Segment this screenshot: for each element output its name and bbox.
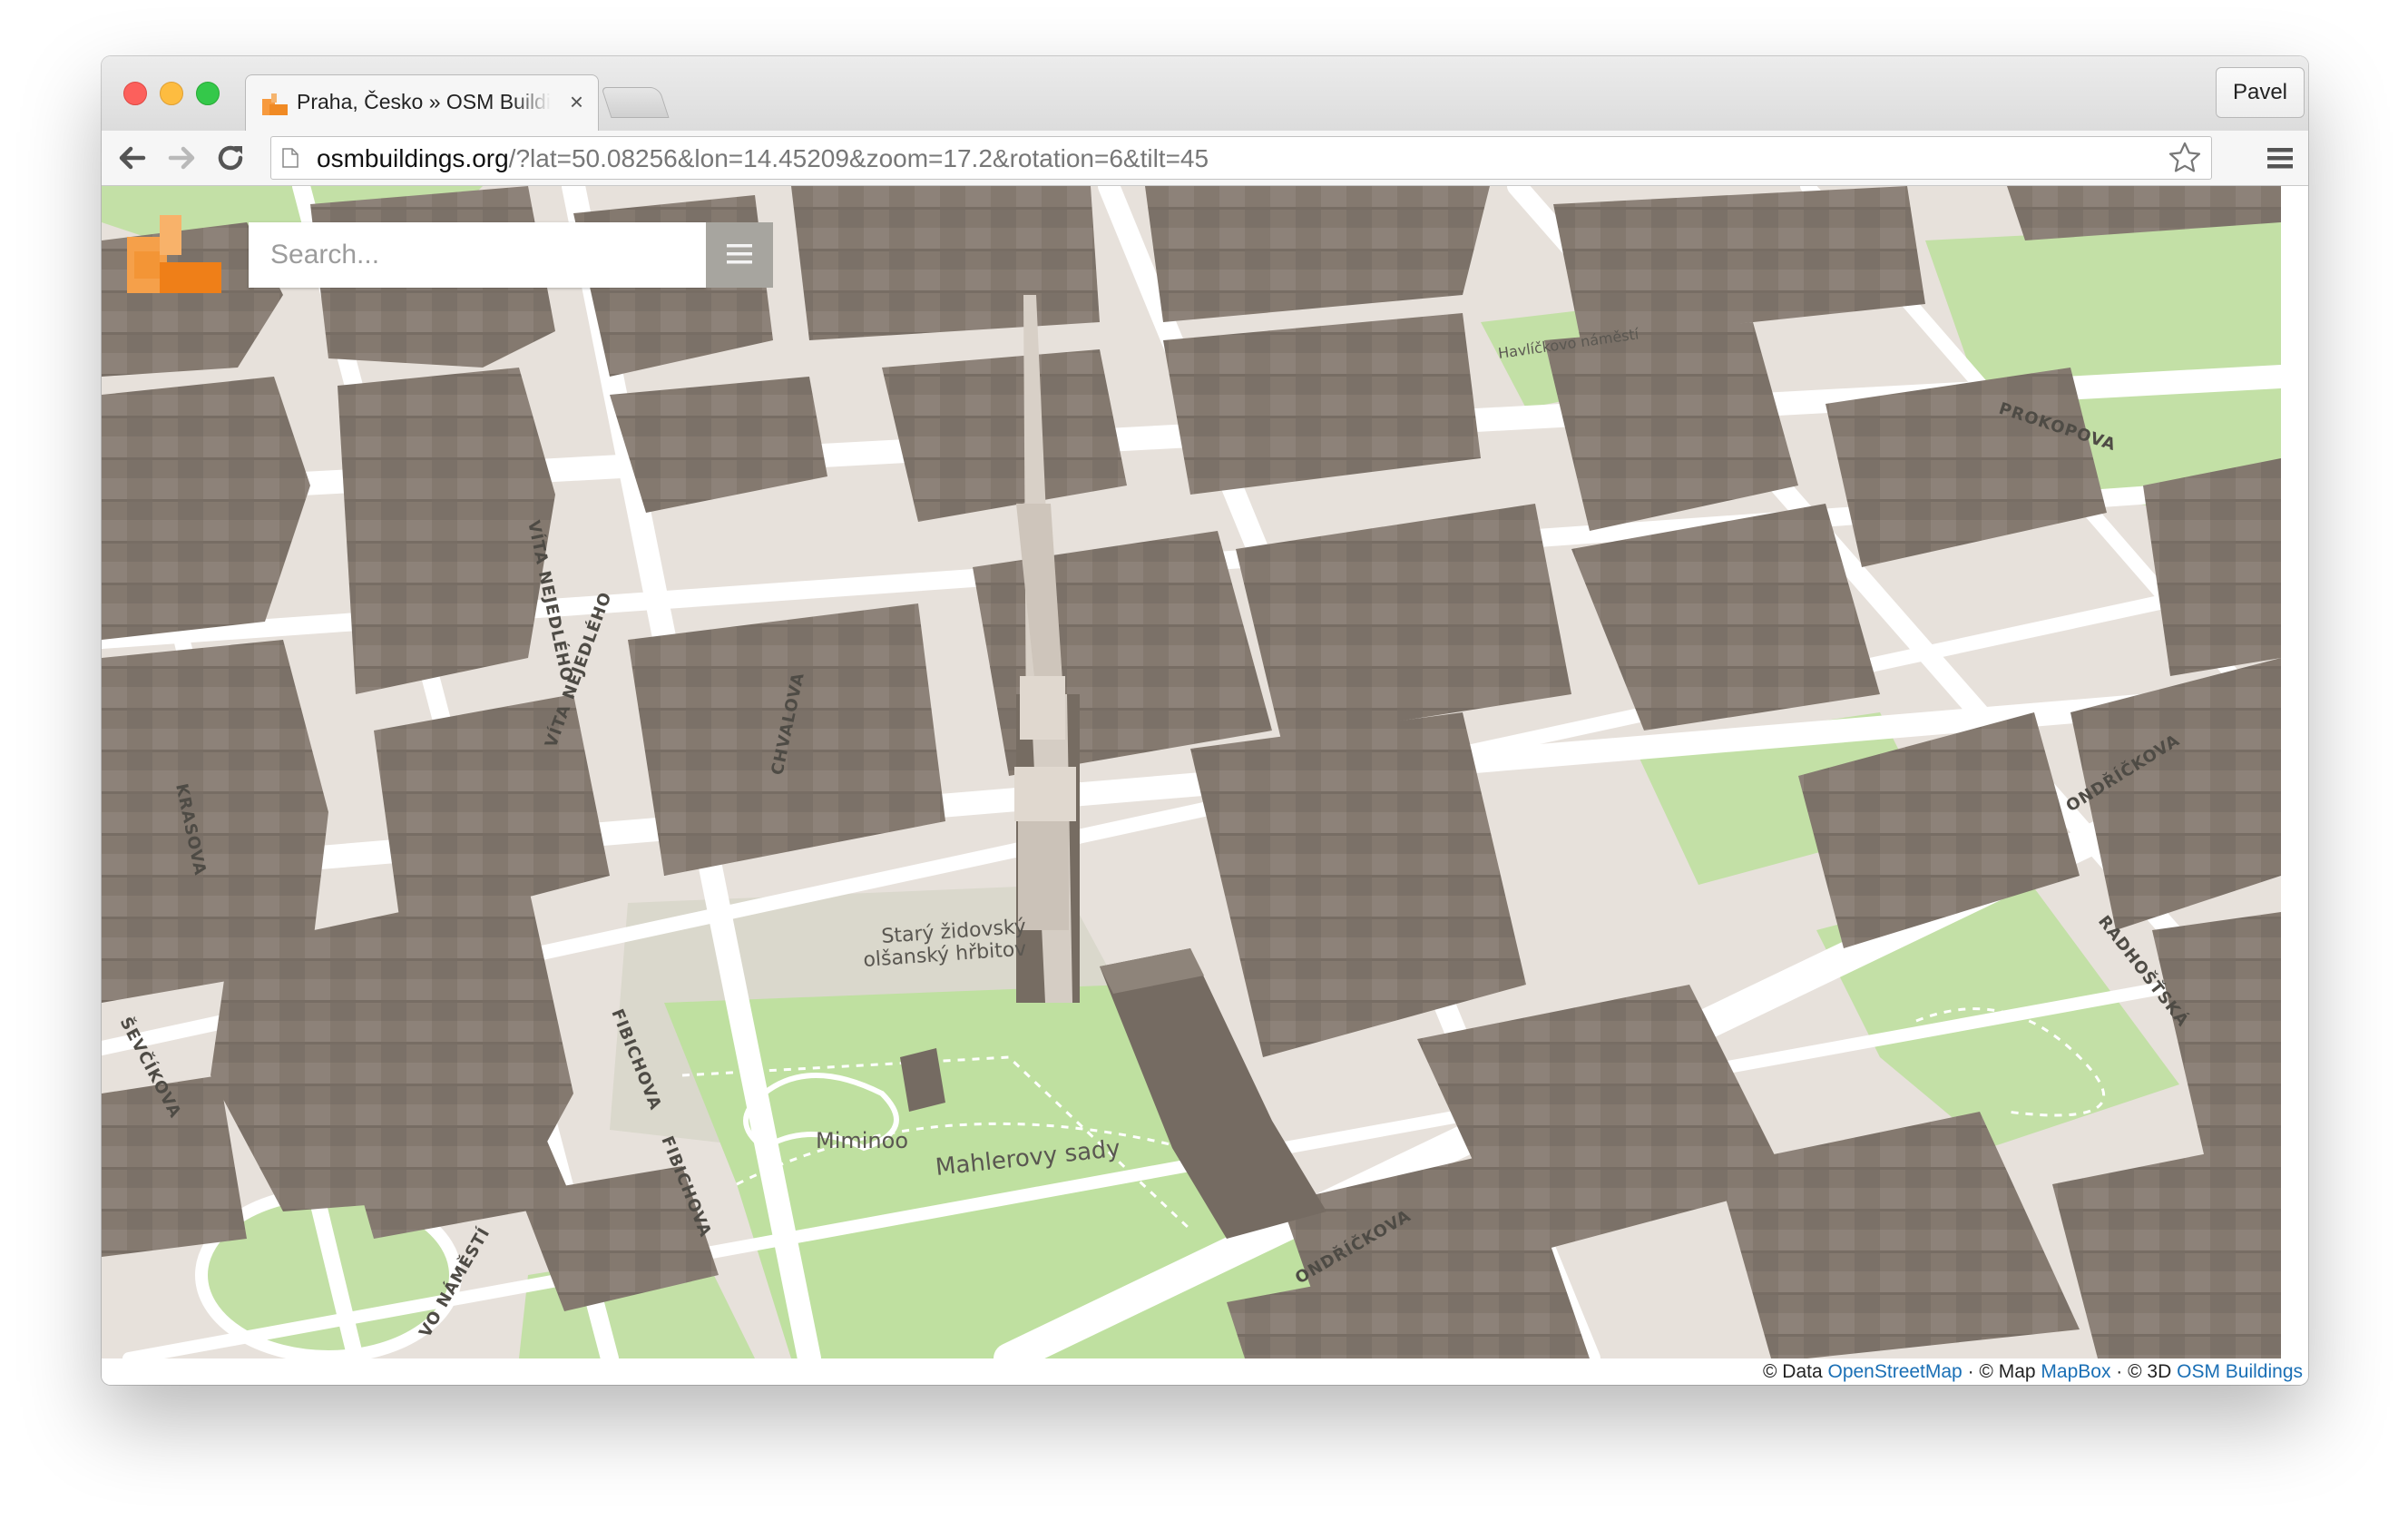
url-text: osmbuildings.org/?lat=50.08256&lon=14.45… — [317, 144, 1209, 173]
back-arrow-icon[interactable] — [114, 140, 151, 176]
url-host: osmbuildings.org — [317, 144, 509, 172]
building-block — [791, 186, 1100, 340]
page-icon — [282, 148, 299, 168]
close-window-button[interactable] — [123, 82, 147, 105]
url-path: /?lat=50.08256&lon=14.45209&zoom=17.2&ro… — [508, 144, 1209, 172]
browser-toolbar: osmbuildings.org/?lat=50.08256&lon=14.45… — [102, 131, 2308, 186]
mapbox-link[interactable]: MapBox — [2041, 1361, 2110, 1382]
minimize-window-button[interactable] — [160, 82, 183, 105]
osm-buildings-favicon-icon — [262, 93, 288, 115]
browser-tab[interactable]: Praha, Česko » OSM Buildings × — [245, 74, 599, 131]
building-block — [338, 368, 555, 694]
bookmark-star-icon[interactable] — [2168, 141, 2202, 175]
attribution-map-prefix: · © Map — [1962, 1361, 2041, 1382]
osm-buildings-logo-icon — [127, 215, 221, 293]
reload-icon[interactable] — [212, 140, 249, 176]
hamburger-menu-icon — [727, 243, 752, 263]
menu-button[interactable] — [706, 222, 773, 288]
chrome-menu-icon[interactable] — [2266, 143, 2294, 172]
search-input[interactable] — [249, 222, 706, 288]
forward-arrow-icon[interactable] — [163, 140, 200, 176]
search-box — [249, 222, 775, 288]
address-bar[interactable]: osmbuildings.org/?lat=50.08256&lon=14.45… — [270, 136, 2212, 180]
3d-building-map[interactable]: Starý židovský olšanský hřbitov Miminoo … — [102, 186, 2281, 1358]
page-viewport: Starý židovský olšanský hřbitov Miminoo … — [102, 186, 2308, 1385]
maximize-window-button[interactable] — [196, 82, 220, 105]
attribution-data-prefix: © Data — [1762, 1361, 1828, 1382]
map-label-miminoo: Miminoo — [816, 1128, 908, 1153]
tab-strip: Praha, Česko » OSM Buildings × Pavel — [102, 56, 2308, 131]
profile-button[interactable]: Pavel — [2216, 67, 2305, 118]
tab-title: Praha, Česko » OSM Buildings — [297, 90, 551, 113]
openstreetmap-link[interactable]: OpenStreetMap — [1827, 1361, 1962, 1382]
browser-window: Praha, Česko » OSM Buildings × Pavel osm… — [102, 56, 2308, 1385]
new-tab-button[interactable] — [601, 87, 670, 118]
map-attribution: © Data OpenStreetMap · © Map MapBox · © … — [1763, 1361, 2303, 1383]
osm-buildings-link[interactable]: OSM Buildings — [2177, 1361, 2303, 1382]
attribution-3d-prefix: · © 3D — [2110, 1361, 2178, 1382]
tab-close-icon[interactable]: × — [570, 88, 583, 116]
